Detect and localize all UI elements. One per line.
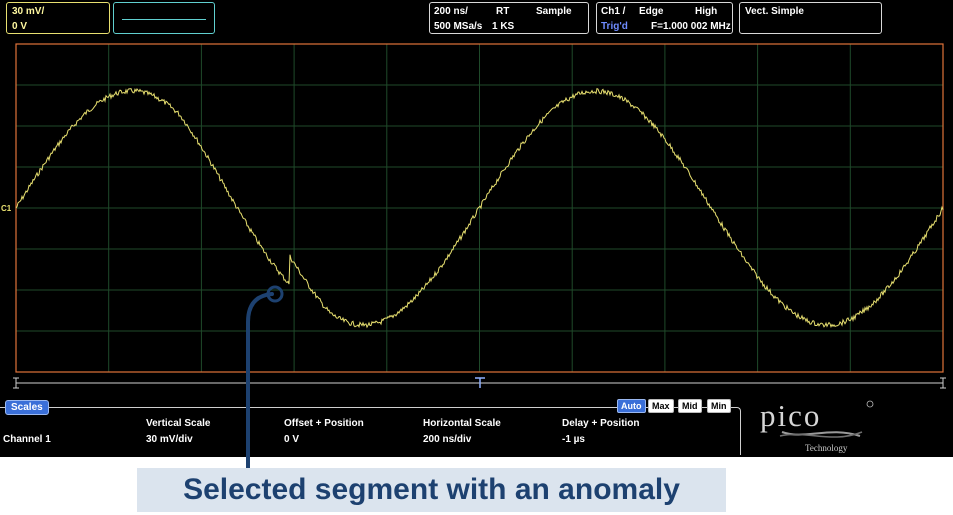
callout-caption: Selected segment with an anomaly xyxy=(137,468,726,512)
callout-annotation xyxy=(246,285,284,470)
